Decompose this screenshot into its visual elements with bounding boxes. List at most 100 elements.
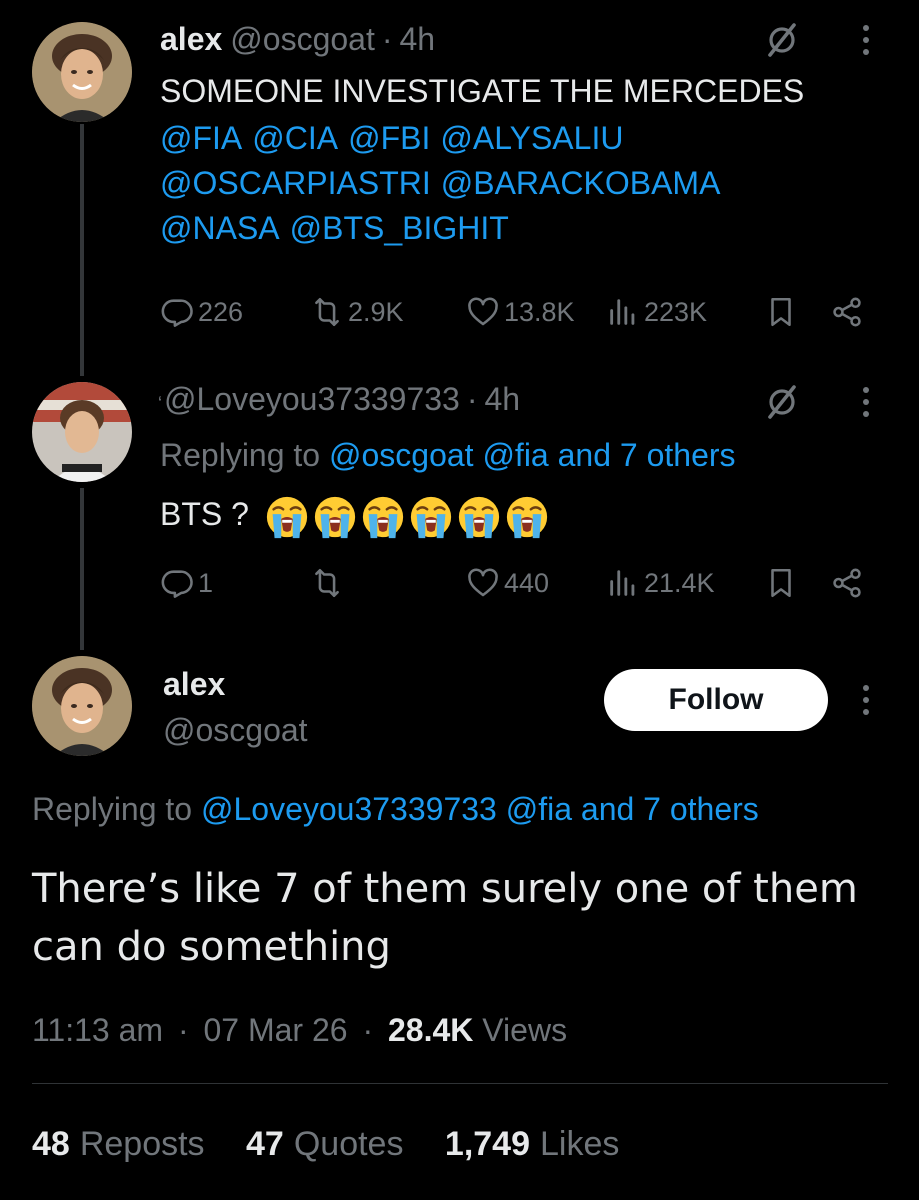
replying-prefix: Replying to	[32, 791, 193, 827]
more-options-icon[interactable]	[860, 682, 872, 718]
separator-dot: ·	[466, 381, 478, 417]
reply-count: 1	[198, 567, 214, 598]
replying-links[interactable]: @Loveyou37339733 @fia and 7 others	[201, 791, 759, 827]
display-name[interactable]: alex	[163, 664, 225, 704]
tweet-text: There’s like 7 of them surely one of the…	[32, 866, 858, 970]
reply-button[interactable]: 226	[160, 292, 243, 332]
like-button[interactable]: 13.8K	[466, 292, 575, 332]
tweet2-header: ʻ @Loveyou37339733 · 4h	[158, 379, 520, 424]
tweet1-header: alex @oscgoat · 4h	[160, 19, 435, 59]
mention-link[interactable]: @NASA	[160, 210, 280, 246]
repost-button[interactable]: 2.9K	[310, 292, 404, 332]
reposts-label: Reposts	[79, 1125, 205, 1163]
crying-emoji-icon	[312, 494, 358, 540]
thread-line-2	[80, 488, 84, 650]
quotes-stat[interactable]: 47 Quotes	[246, 1125, 403, 1163]
bookmark-icon	[764, 295, 798, 329]
timestamp[interactable]: 4h	[400, 19, 436, 59]
timestamp[interactable]: 4h	[485, 379, 521, 419]
share-button[interactable]	[830, 563, 864, 603]
mention-link[interactable]: @FBI	[348, 120, 430, 156]
share-button[interactable]	[830, 292, 864, 332]
bookmark-button[interactable]	[764, 563, 798, 603]
engagement-stats: 48 Reposts 47 Quotes 1,749 Likes	[32, 1123, 651, 1165]
emoji-group	[262, 494, 550, 540]
post-date[interactable]: 07 Mar 26	[203, 1012, 347, 1048]
username[interactable]: @Loveyou37339733	[164, 379, 460, 419]
repost-button[interactable]	[310, 563, 344, 603]
likes-count: 1,749	[444, 1125, 531, 1163]
crying-emoji-icon	[360, 494, 406, 540]
crying-emoji-icon	[408, 494, 454, 540]
crying-emoji-icon	[264, 494, 310, 540]
crying-emoji-icon	[504, 494, 550, 540]
main-author-name: alex	[163, 664, 233, 704]
reposts-stat[interactable]: 48 Reposts	[32, 1125, 205, 1163]
views-total: 28.4K	[388, 1012, 474, 1048]
repost-icon	[310, 295, 344, 329]
grok-icon[interactable]	[764, 384, 800, 420]
tweet-text-content: BTS ?	[160, 496, 249, 532]
repost-icon	[310, 566, 344, 600]
bookmark-button[interactable]	[764, 292, 798, 332]
main-author-handle: @oscgoat	[163, 710, 308, 750]
view-count: 21.4K	[644, 567, 715, 598]
mention-link[interactable]: @FIA	[160, 120, 242, 156]
mention-link[interactable]: @OSCARPIASTRI	[160, 165, 431, 201]
reposts-count: 48	[32, 1125, 70, 1163]
reply-icon	[160, 566, 194, 600]
heart-icon	[466, 295, 500, 329]
like-button[interactable]: 440	[466, 563, 549, 603]
replying-to: Replying to @Loveyou37339733 @fia and 7 …	[32, 789, 759, 829]
like-count: 440	[504, 567, 550, 598]
replying-prefix: Replying to	[160, 437, 321, 473]
display-name[interactable]: alex	[160, 19, 222, 59]
views-button[interactable]: 223K	[606, 292, 707, 332]
heart-icon	[466, 566, 500, 600]
tweet2-actions: 1 440 21.4K	[160, 563, 880, 603]
mention-link[interactable]: @BARACKOBAMA	[441, 165, 721, 201]
reply-button[interactable]: 1	[160, 563, 213, 603]
likes-stat[interactable]: 1,749 Likes	[445, 1125, 619, 1163]
repost-count: 2.9K	[348, 296, 404, 327]
mention-link[interactable]: @ALYSALIU	[440, 120, 623, 156]
quotes-label: Quotes	[293, 1125, 404, 1163]
views-label: Views	[482, 1012, 568, 1048]
verified-mark-icon: ʻ	[158, 394, 162, 414]
replying-links[interactable]: @oscgoat @fia and 7 others	[329, 437, 736, 473]
views-icon	[606, 566, 640, 600]
views-button[interactable]: 21.4K	[606, 563, 715, 603]
avatar[interactable]	[32, 22, 132, 122]
separator-dot: ·	[362, 1012, 374, 1048]
thread-line-1	[80, 124, 84, 376]
grok-icon[interactable]	[764, 22, 800, 58]
more-options-icon[interactable]	[860, 384, 872, 420]
likes-label: Likes	[540, 1125, 620, 1163]
post-time[interactable]: 11:13 am	[32, 1012, 163, 1048]
reply-icon	[160, 295, 194, 329]
views-icon	[606, 295, 640, 329]
divider	[32, 1083, 888, 1084]
mention-link[interactable]: @BTS_BIGHIT	[290, 210, 509, 246]
bookmark-icon	[764, 566, 798, 600]
reply-count: 226	[198, 296, 244, 327]
view-count: 223K	[644, 296, 708, 327]
tweet-meta: 11:13 am · 07 Mar 26 · 28.4K Views	[32, 1010, 567, 1050]
tweet1-actions: 226 2.9K 13.8K 223K	[160, 292, 880, 332]
separator-dot: ·	[177, 1012, 189, 1048]
tweet-mentions: @FIA @CIA @FBI @ALYSALIU @OSCARPIASTRI @BARA…	[160, 116, 900, 251]
username[interactable]: @oscgoat	[230, 19, 375, 59]
separator-dot: ·	[381, 21, 393, 57]
username[interactable]: @oscgoat	[163, 710, 308, 750]
avatar[interactable]	[32, 656, 132, 756]
more-options-icon[interactable]	[860, 22, 872, 58]
quotes-count: 47	[246, 1125, 284, 1163]
mention-link[interactable]: @CIA	[252, 120, 338, 156]
share-icon	[830, 566, 864, 600]
crying-emoji-icon	[456, 494, 502, 540]
share-icon	[830, 295, 864, 329]
avatar[interactable]	[32, 382, 132, 482]
follow-button[interactable]: Follow	[604, 669, 828, 731]
tweet-text: BTS ?	[160, 492, 900, 540]
tweet-text: SOMEONE INVESTIGATE THE MERCEDES	[160, 73, 805, 109]
